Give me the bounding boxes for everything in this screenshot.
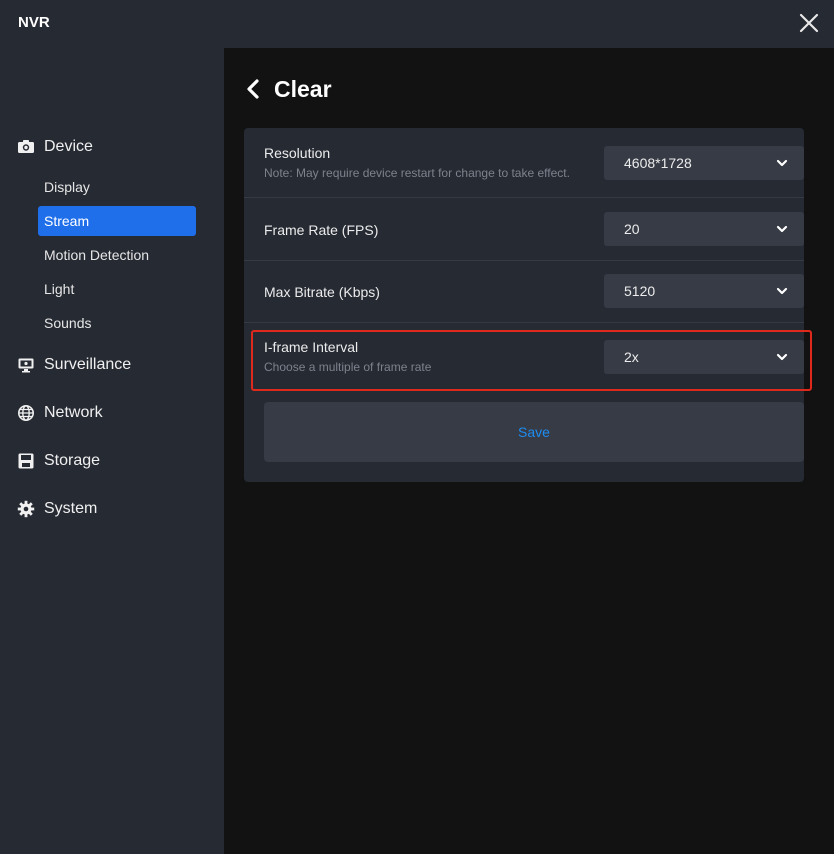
- save-button[interactable]: Save: [264, 402, 804, 462]
- sidebar-section-system[interactable]: System: [16, 497, 97, 521]
- monitor-icon: [16, 355, 36, 375]
- globe-icon: [16, 403, 36, 423]
- sidebar-section-label: Storage: [44, 452, 101, 469]
- max-bitrate-select[interactable]: 5120: [604, 274, 804, 308]
- sidebar-section-network[interactable]: Network: [16, 401, 103, 425]
- settings-panel: Resolution Note: May require device rest…: [244, 128, 812, 482]
- setting-label: Max Bitrate (Kbps): [264, 284, 380, 300]
- sidebar-item-light[interactable]: Light: [38, 274, 196, 304]
- main-content: Clear Resolution Note: May require devic…: [224, 48, 834, 854]
- sidebar-section-label: Network: [44, 404, 103, 421]
- chevron-down-icon: [776, 351, 788, 363]
- setting-label: I-frame Interval: [264, 339, 359, 355]
- sidebar-item-sounds[interactable]: Sounds: [38, 308, 196, 338]
- sidebar-section-label: Surveillance: [44, 356, 132, 373]
- sidebar-section-label: System: [44, 500, 98, 517]
- app-title: NVR: [18, 14, 50, 31]
- setting-row-frame-rate: Frame Rate (FPS) 20: [244, 198, 804, 261]
- chevron-left-icon[interactable]: [246, 78, 264, 100]
- sidebar-section-surveillance[interactable]: Surveillance: [16, 353, 131, 377]
- setting-row-iframe-interval: I-frame Interval Choose a multiple of fr…: [244, 323, 804, 393]
- close-icon[interactable]: [798, 12, 820, 34]
- sidebar-section-device[interactable]: Device: [16, 135, 93, 159]
- chevron-down-icon: [776, 157, 788, 169]
- select-value: 2x: [624, 349, 639, 365]
- setting-row-max-bitrate: Max Bitrate (Kbps) 5120: [244, 261, 804, 323]
- setting-note: Choose a multiple of frame rate: [264, 360, 432, 374]
- iframe-interval-select[interactable]: 2x: [604, 340, 804, 374]
- camera-icon: [16, 137, 36, 157]
- setting-row-resolution: Resolution Note: May require device rest…: [244, 128, 804, 198]
- resolution-select[interactable]: 4608*1728: [604, 146, 804, 180]
- select-value: 4608*1728: [624, 155, 692, 171]
- chevron-down-icon: [776, 223, 788, 235]
- sidebar-item-stream[interactable]: Stream: [38, 206, 196, 236]
- title-bar: NVR: [0, 0, 834, 48]
- gear-icon: [16, 499, 36, 519]
- frame-rate-select[interactable]: 20: [604, 212, 804, 246]
- setting-note: Note: May require device restart for cha…: [264, 166, 570, 180]
- page-title: Clear: [274, 75, 332, 102]
- select-value: 5120: [624, 283, 656, 299]
- page-header: Clear: [246, 76, 332, 102]
- save-icon: [16, 451, 36, 471]
- sidebar-section-label: Device: [44, 138, 93, 155]
- sidebar-item-motion-detection[interactable]: Motion Detection: [38, 240, 196, 270]
- select-value: 20: [624, 221, 640, 237]
- sidebar-item-display[interactable]: Display: [38, 172, 196, 202]
- sidebar-section-storage[interactable]: Storage: [16, 449, 100, 473]
- sidebar: Device Display Stream Motion Detection L…: [0, 48, 224, 854]
- setting-label: Resolution: [264, 145, 331, 161]
- chevron-down-icon: [776, 285, 788, 297]
- setting-label: Frame Rate (FPS): [264, 222, 379, 238]
